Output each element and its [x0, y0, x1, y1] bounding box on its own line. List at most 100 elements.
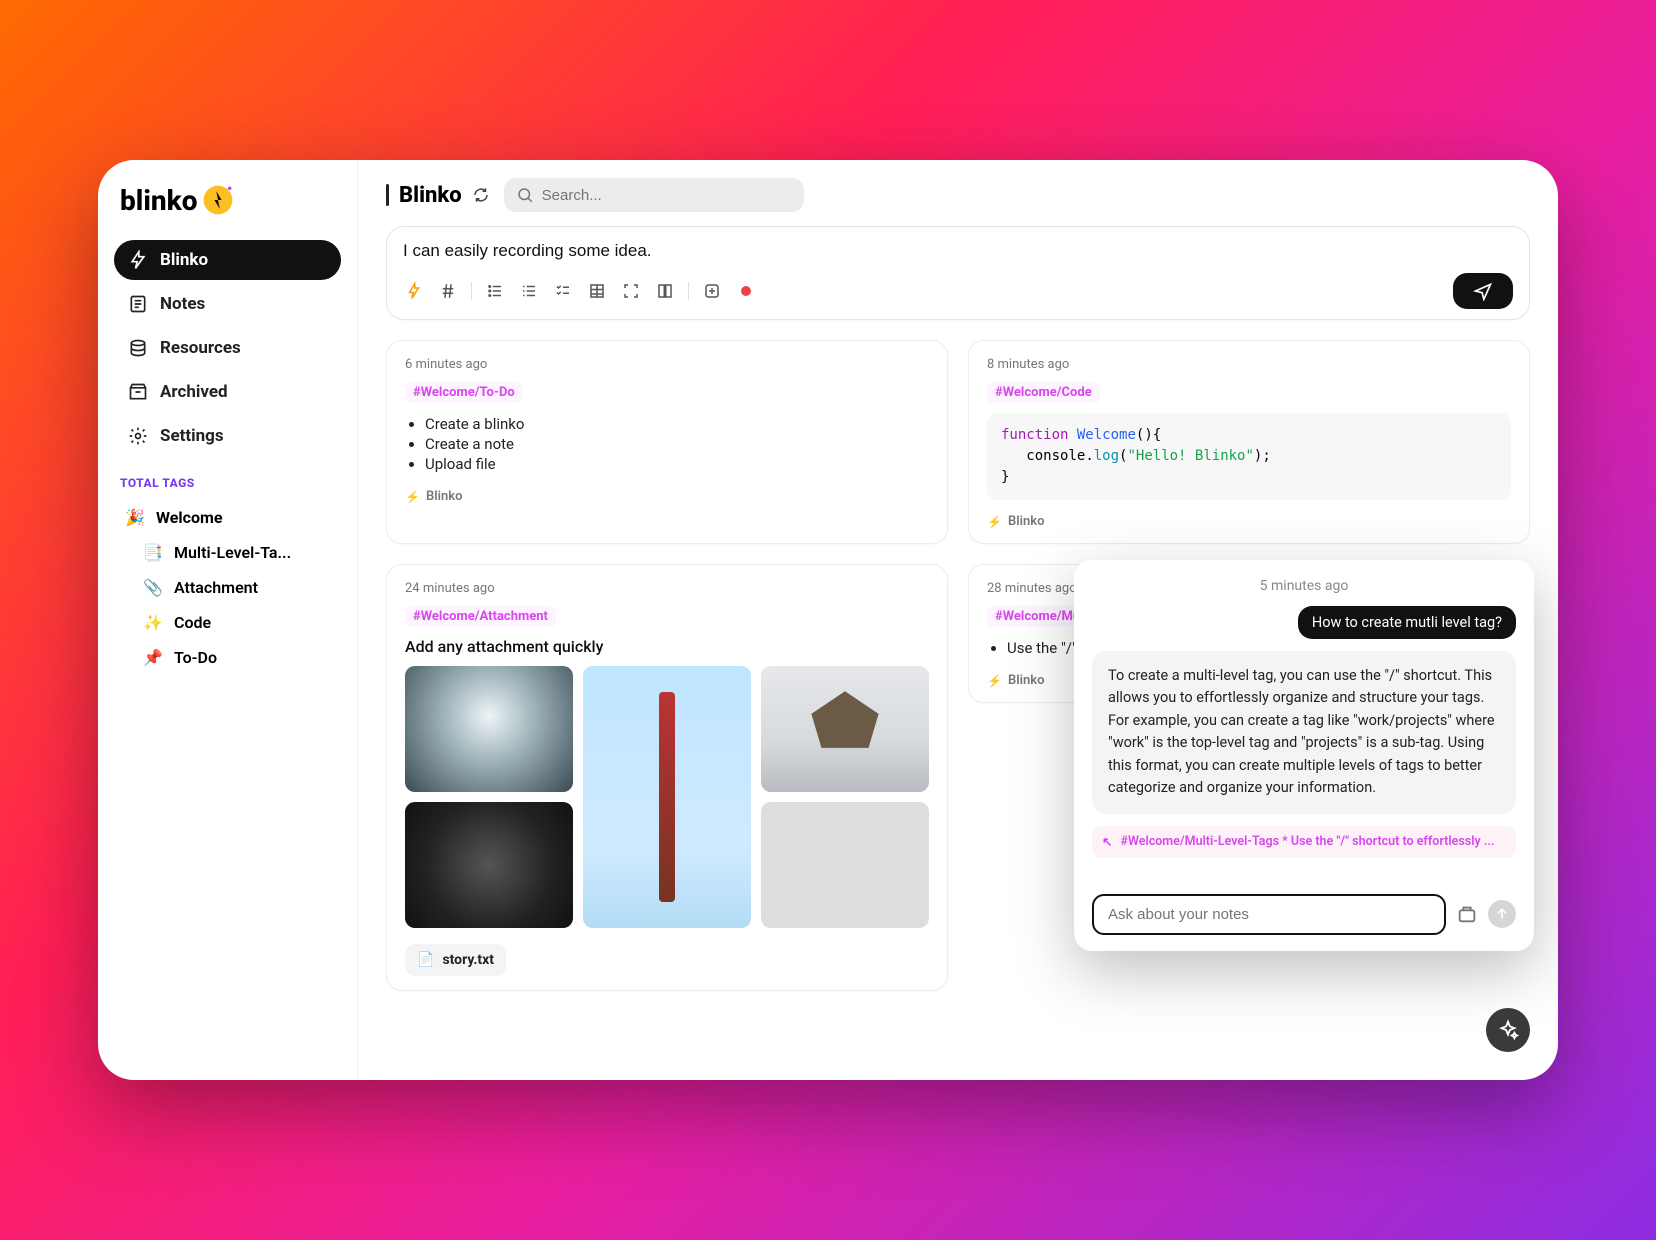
tag-emoji-icon: 🎉 — [124, 508, 146, 527]
image-thumb[interactable] — [761, 802, 929, 928]
database-icon — [128, 338, 148, 358]
app-logo: blinko — [114, 182, 341, 218]
note-card[interactable]: 8 minutes ago #Welcome/Code function Wel… — [968, 340, 1530, 544]
ai-context-icon[interactable] — [1456, 903, 1478, 925]
card-timestamp: 8 minutes ago — [987, 357, 1511, 372]
tool-columns-icon[interactable] — [654, 280, 676, 302]
sidebar-item-label: Settings — [160, 426, 224, 446]
app-name-text: blinko — [120, 184, 198, 217]
sidebar-item-label: Blinko — [160, 250, 208, 270]
card-tag[interactable]: #Welcome/Attachment — [405, 606, 556, 627]
sidebar-item-resources[interactable]: Resources — [114, 328, 341, 368]
composer-input[interactable] — [403, 241, 1513, 261]
composer — [386, 226, 1530, 320]
sidebar-item-blinko[interactable]: Blinko — [114, 240, 341, 280]
ai-fab-button[interactable] — [1486, 1008, 1530, 1052]
tag-label: To-Do — [174, 648, 217, 667]
card-title: Add any attachment quickly — [405, 637, 929, 656]
ref-arrow-icon: ↖ — [1102, 834, 1112, 850]
list-item: Upload file — [425, 455, 929, 473]
tag-emoji-icon: 📌 — [142, 648, 164, 667]
note-card[interactable]: 24 minutes ago #Welcome/Attachment Add a… — [386, 564, 948, 991]
search-icon — [516, 186, 534, 204]
tool-checklist-icon[interactable] — [552, 280, 574, 302]
file-icon: 📄 — [417, 952, 434, 968]
sidebar-item-archived[interactable]: Archived — [114, 372, 341, 412]
tag-label: Code — [174, 613, 211, 632]
ai-user-message: How to create mutli level tag? — [1298, 606, 1516, 639]
breadcrumb: Blinko — [386, 183, 490, 208]
ai-reference-text: #Welcome/Multi-Level-Tags * Use the "/" … — [1120, 834, 1494, 849]
card-tag[interactable]: #Welcome/Code — [987, 382, 1100, 403]
card-source: Blinko — [1008, 673, 1045, 688]
mini-bolt-icon: ⚡ — [405, 490, 420, 504]
send-button[interactable] — [1453, 273, 1513, 309]
send-icon — [1473, 281, 1493, 301]
toolbar-separator — [688, 282, 689, 300]
tag-item-code[interactable]: ✨ Code — [114, 605, 341, 640]
tool-table-icon[interactable] — [586, 280, 608, 302]
list-item: Create a blinko — [425, 415, 929, 433]
tag-emoji-icon: 📑 — [142, 543, 164, 562]
card-tag[interactable]: #Welcome/To-Do — [405, 382, 523, 403]
sidebar-item-label: Resources — [160, 338, 241, 358]
toolbar-separator — [471, 282, 472, 300]
image-thumb[interactable] — [405, 802, 573, 928]
gear-icon — [128, 426, 148, 446]
sidebar-item-notes[interactable]: Notes — [114, 284, 341, 324]
image-thumb[interactable] — [583, 666, 751, 928]
tag-item-attachment[interactable]: 📎 Attachment — [114, 570, 341, 605]
tool-upload-icon[interactable] — [701, 280, 723, 302]
mini-bolt-icon: ⚡ — [987, 674, 1002, 688]
ai-input[interactable] — [1092, 894, 1446, 935]
sparkle-icon — [1497, 1019, 1519, 1041]
ai-reference-chip[interactable]: ↖ #Welcome/Multi-Level-Tags * Use the "/… — [1092, 826, 1516, 858]
tool-hash-icon[interactable] — [437, 280, 459, 302]
notes-icon — [128, 294, 148, 314]
app-window: blinko Blinko Notes Resources Archived S… — [98, 160, 1558, 1080]
bolt-icon — [128, 250, 148, 270]
card-timestamp: 6 minutes ago — [405, 357, 929, 372]
tag-item-multilevel[interactable]: 📑 Multi-Level-Ta... — [114, 535, 341, 570]
card-list: Create a blinko Create a note Upload fil… — [405, 413, 929, 475]
mini-bolt-icon: ⚡ — [987, 515, 1002, 529]
logo-icon — [200, 182, 236, 218]
tool-bolt-icon[interactable] — [403, 280, 425, 302]
note-card[interactable]: 6 minutes ago #Welcome/To-Do Create a bl… — [386, 340, 948, 544]
tag-item-todo[interactable]: 📌 To-Do — [114, 640, 341, 675]
image-thumb[interactable] — [761, 666, 929, 792]
tag-label: Attachment — [174, 578, 258, 597]
card-footer: ⚡ Blinko — [987, 514, 1511, 529]
tag-item-welcome[interactable]: 🎉 Welcome — [114, 500, 341, 535]
card-source: Blinko — [1008, 514, 1045, 529]
tool-ul-icon[interactable] — [484, 280, 506, 302]
refresh-icon[interactable] — [472, 186, 490, 204]
tool-expand-icon[interactable] — [620, 280, 642, 302]
search-input[interactable] — [542, 187, 792, 204]
arrow-up-icon — [1494, 906, 1510, 922]
card-source: Blinko — [426, 489, 463, 504]
page-title: Blinko — [399, 183, 462, 208]
sidebar-item-label: Archived — [160, 382, 228, 402]
tool-record-icon[interactable] — [735, 280, 757, 302]
code-block: function Welcome(){ console.log("Hello! … — [987, 413, 1511, 500]
tag-label: Welcome — [156, 508, 223, 527]
archive-icon — [128, 382, 148, 402]
file-pill[interactable]: 📄 story.txt — [405, 944, 506, 976]
image-thumb[interactable] — [405, 666, 573, 792]
tag-emoji-icon: 📎 — [142, 578, 164, 597]
ai-input-row — [1092, 894, 1516, 935]
card-timestamp: 24 minutes ago — [405, 581, 929, 596]
main-content: Blinko — [358, 160, 1558, 1080]
search-box[interactable] — [504, 178, 804, 212]
tag-label: Multi-Level-Ta... — [174, 543, 291, 562]
ai-timestamp: 5 minutes ago — [1092, 578, 1516, 594]
list-item: Create a note — [425, 435, 929, 453]
attachment-thumbs — [405, 666, 929, 928]
topbar: Blinko — [386, 178, 1530, 212]
ai-send-button[interactable] — [1488, 900, 1516, 928]
tool-ol-icon[interactable] — [518, 280, 540, 302]
ai-reply-message: To create a multi-level tag, you can use… — [1092, 651, 1516, 814]
sidebar-item-settings[interactable]: Settings — [114, 416, 341, 456]
crumb-bar-icon — [386, 184, 389, 206]
